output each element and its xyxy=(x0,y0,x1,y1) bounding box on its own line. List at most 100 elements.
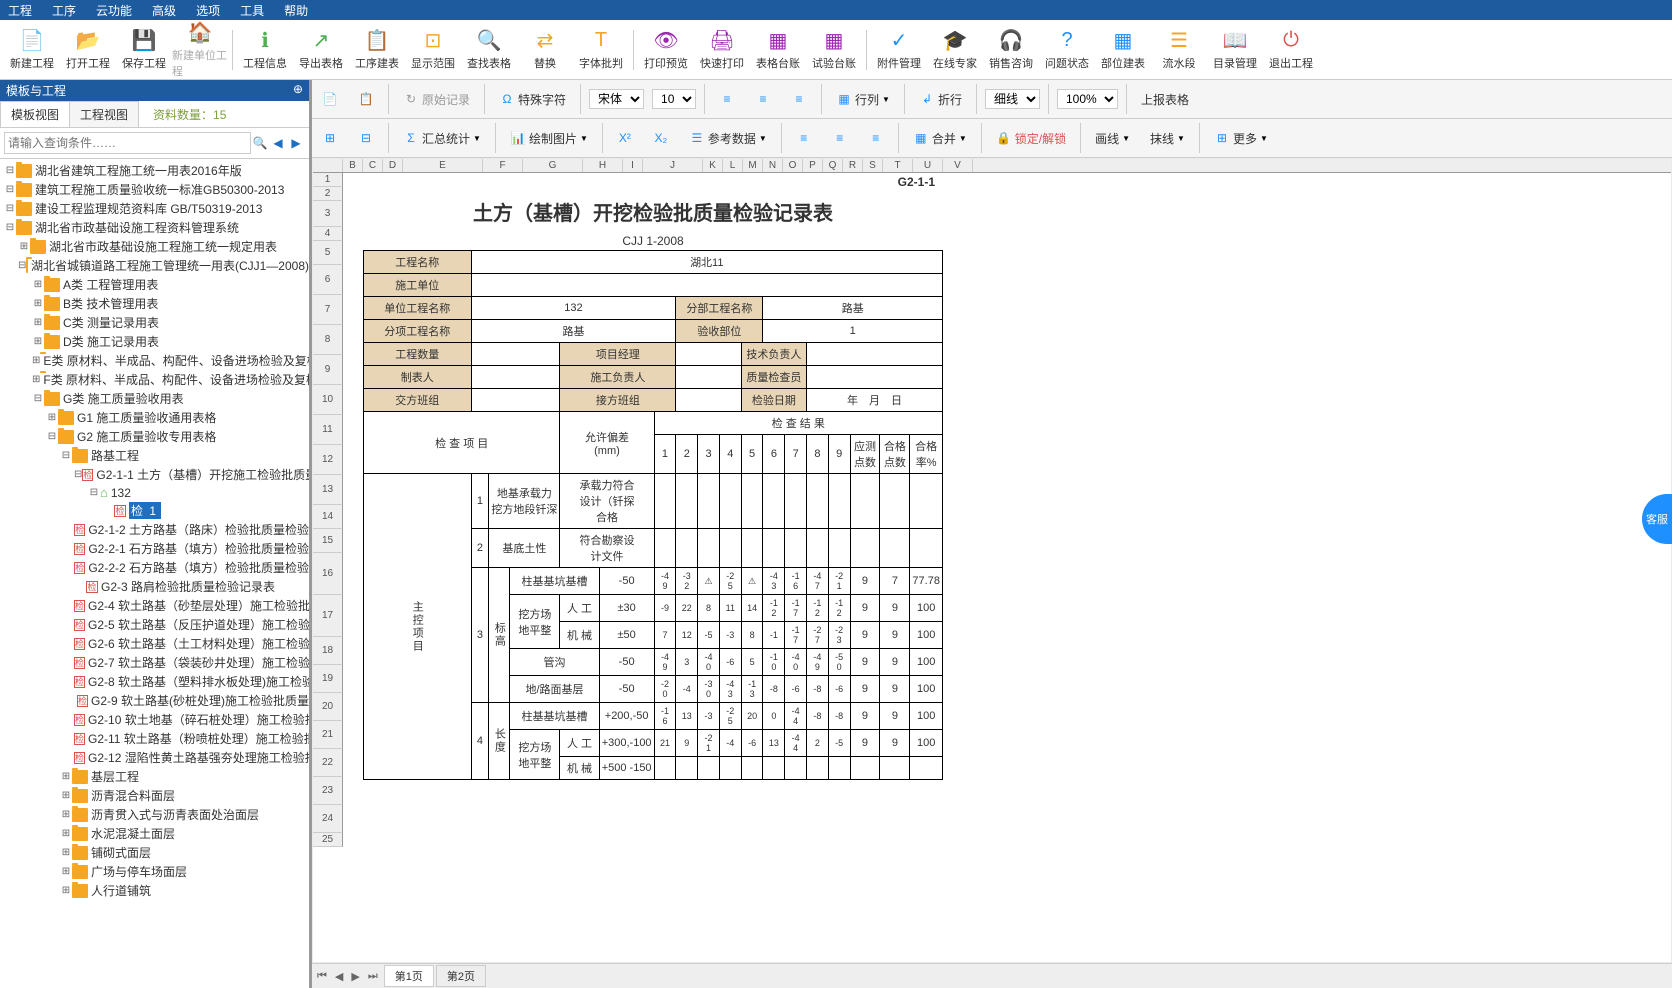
tree-node[interactable]: ⊟路基工程 xyxy=(0,446,309,465)
toolbar-退出工程[interactable]: ⏻退出工程 xyxy=(1263,22,1319,78)
tree-node[interactable]: ⊟湖北省市政基础设施工程资料管理系统 xyxy=(0,218,309,237)
expand-icon[interactable]: ⊞ xyxy=(60,809,72,820)
toolbar-显示范围[interactable]: ⊡显示范围 xyxy=(405,22,461,78)
row-header[interactable]: 11 xyxy=(313,415,343,445)
tree-node[interactable]: ⊞A类 工程管理用表 xyxy=(0,275,309,294)
expand-icon[interactable]: ⊟ xyxy=(4,203,16,214)
col-header[interactable]: V xyxy=(943,159,973,172)
col-header[interactable]: T xyxy=(883,159,913,172)
tree-node[interactable]: 检G2-5 软土路基（反压护道处理）施工检验 xyxy=(0,615,309,634)
expand-icon[interactable]: ⊟ xyxy=(4,165,16,176)
col-header[interactable]: U xyxy=(913,159,943,172)
tree-node[interactable]: 检G2-2-1 石方路基（填方）检验批质量检验 xyxy=(0,539,309,558)
tree-node[interactable]: ⊞基层工程 xyxy=(0,767,309,786)
prev-icon[interactable]: ◀ xyxy=(269,136,287,150)
toolbar-导出表格[interactable]: ↗导出表格 xyxy=(293,22,349,78)
expand-icon[interactable]: ⊞ xyxy=(18,241,30,252)
row-header[interactable]: 8 xyxy=(313,325,343,355)
col-header[interactable]: J xyxy=(643,159,703,172)
col-header[interactable]: E xyxy=(403,159,483,172)
toolbar-查找表格[interactable]: 🔍查找表格 xyxy=(461,22,517,78)
et-btn[interactable]: ⊟ xyxy=(352,128,380,148)
tab-nav-first[interactable]: ⏮ xyxy=(313,970,331,983)
tree-node[interactable]: ⊞铺砌式面层 xyxy=(0,843,309,862)
menu-工序[interactable]: 工序 xyxy=(52,2,76,19)
toolbar-替换[interactable]: ⇄替换 xyxy=(517,22,573,78)
col-header[interactable]: I xyxy=(623,159,643,172)
expand-icon[interactable]: ⊟ xyxy=(74,469,82,480)
et-btn[interactable]: ≡ xyxy=(713,89,741,109)
tab-nav-next[interactable]: ▶ xyxy=(347,970,363,983)
tree-node[interactable]: ⊞C类 测量记录用表 xyxy=(0,313,309,332)
row-header[interactable]: 16 xyxy=(313,553,343,595)
row-header[interactable]: 22 xyxy=(313,749,343,777)
col-header[interactable] xyxy=(313,159,343,172)
col-header[interactable]: G xyxy=(523,159,583,172)
toolbar-工程信息[interactable]: ℹ工程信息 xyxy=(237,22,293,78)
row-header[interactable]: 15 xyxy=(313,529,343,553)
sheet-tab-2[interactable]: 第2页 xyxy=(436,965,486,987)
row-header[interactable]: 6 xyxy=(313,265,343,295)
tree-node[interactable]: ⊟检G2-1-1 土方（基槽）开挖施工检验批质量 xyxy=(0,465,309,484)
tree-node[interactable]: ⊟建设工程监理规范资料库 GB/T50319-2013 xyxy=(0,199,309,218)
tree-node[interactable]: ⊞湖北省市政基础设施工程施工统一规定用表 xyxy=(0,237,309,256)
row-header[interactable]: 18 xyxy=(313,637,343,665)
row-header[interactable]: 10 xyxy=(313,385,343,415)
toolbar-保存工程[interactable]: 💾保存工程 xyxy=(116,22,172,78)
col-header[interactable]: N xyxy=(763,159,783,172)
form-table[interactable]: 工程名称湖北11施工单位单位工程名称132分部工程名称路基分项工程名称路基验收部… xyxy=(363,250,943,780)
tree-node[interactable]: ⊟湖北省建筑工程施工统一用表2016年版 xyxy=(0,161,309,180)
expand-icon[interactable]: ⊞ xyxy=(32,279,44,290)
expand-icon[interactable]: ⊟ xyxy=(60,450,72,461)
menu-云功能[interactable]: 云功能 xyxy=(96,2,132,19)
toolbar-新建单位工程[interactable]: 🏠新建单位工程 xyxy=(172,22,228,78)
expand-icon[interactable]: ⊞ xyxy=(60,866,72,877)
expand-icon[interactable]: ⊞ xyxy=(60,771,72,782)
tree-node[interactable]: 检G2-1-2 土方路基（路床）检验批质量检验 xyxy=(0,520,309,539)
col-header[interactable]: R xyxy=(843,159,863,172)
row-header[interactable]: 25 xyxy=(313,833,343,847)
tree-node[interactable]: ⊟⌂132 xyxy=(0,484,309,501)
toolbar-在线专家[interactable]: 🎓在线专家 xyxy=(927,22,983,78)
tree-node[interactable]: ⊟湖北省城镇道路工程施工管理统一用表(CJJ1—2008) xyxy=(0,256,309,275)
tree-node[interactable]: ⊞沥青贯入式与沥青表面处治面层 xyxy=(0,805,309,824)
et-btn[interactable]: 📊绘制图片▼ xyxy=(504,128,594,149)
tree-node[interactable]: 检G2-7 软土路基（袋装砂井处理）施工检验 xyxy=(0,653,309,672)
toolbar-销售咨询[interactable]: 🎧销售咨询 xyxy=(983,22,1039,78)
col-header[interactable]: P xyxy=(803,159,823,172)
expand-icon[interactable]: ⊞ xyxy=(32,298,44,309)
et-btn[interactable]: ≡ xyxy=(862,128,890,148)
et-btn[interactable]: X₂ xyxy=(647,128,675,148)
et-btn[interactable]: 📋 xyxy=(352,89,380,109)
toolbar-试验台账[interactable]: ▦试验台账 xyxy=(806,22,862,78)
col-header[interactable]: H xyxy=(583,159,623,172)
tree-node[interactable]: 检G2-6 软土路基（土工材料处理）施工检验 xyxy=(0,634,309,653)
menu-工程[interactable]: 工程 xyxy=(8,2,32,19)
et-btn[interactable]: ⊞ xyxy=(316,128,344,148)
expand-icon[interactable]: ⊟ xyxy=(46,431,58,442)
et-btn[interactable]: ↻原始记录 xyxy=(397,89,476,110)
expand-icon[interactable]: ⊞ xyxy=(60,885,72,896)
col-header[interactable]: S xyxy=(863,159,883,172)
expand-icon[interactable]: ⊟ xyxy=(18,260,26,271)
toolbar-问题状态[interactable]: ?问题状态 xyxy=(1039,22,1095,78)
tree-node[interactable]: ⊟G2 施工质量验收专用表格 xyxy=(0,427,309,446)
expand-icon[interactable]: ⊟ xyxy=(4,222,16,233)
row-header[interactable]: 24 xyxy=(313,805,343,833)
toolbar-工序建表[interactable]: 📋工序建表 xyxy=(349,22,405,78)
expand-icon[interactable]: ⊟ xyxy=(4,184,16,195)
col-header[interactable]: M xyxy=(743,159,763,172)
row-header[interactable]: 3 xyxy=(313,201,343,227)
row-header[interactable]: 1 xyxy=(313,173,343,187)
row-header[interactable]: 7 xyxy=(313,295,343,325)
et-btn[interactable]: 画线▼ xyxy=(1089,128,1136,149)
toolbar-流水段[interactable]: ☰流水段 xyxy=(1151,22,1207,78)
col-header[interactable]: D xyxy=(383,159,403,172)
et-btn[interactable]: Σ汇总统计▼ xyxy=(397,128,487,149)
row-header[interactable]: 5 xyxy=(313,241,343,265)
tree-node[interactable]: ⊞D类 施工记录用表 xyxy=(0,332,309,351)
row-header[interactable]: 4 xyxy=(313,227,343,241)
toolbar-字体批判[interactable]: T字体批判 xyxy=(573,22,629,78)
et-btn[interactable]: ≡ xyxy=(749,89,777,109)
tree[interactable]: ⊟湖北省建筑工程施工统一用表2016年版⊟建筑工程施工质量验收统一标准GB503… xyxy=(0,159,309,988)
